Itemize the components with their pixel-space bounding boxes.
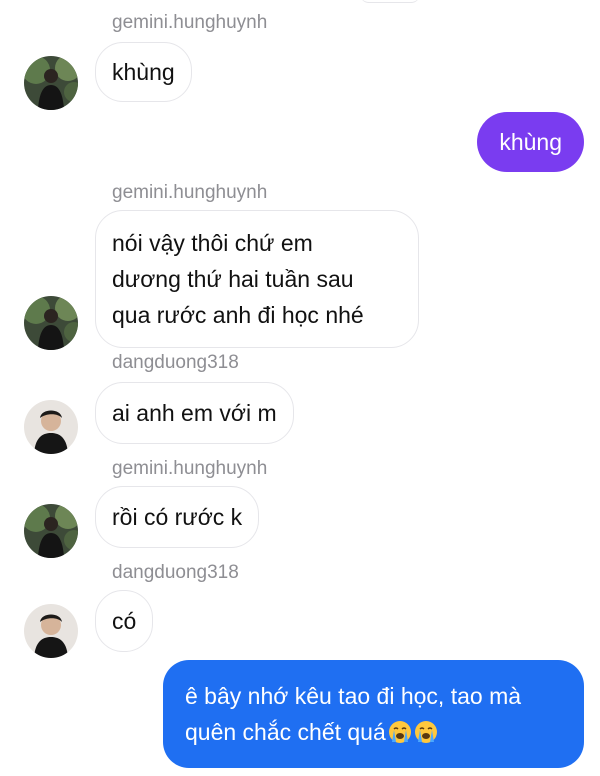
previous-message-edge xyxy=(360,0,420,3)
message-bubble[interactable]: rồi có rước k xyxy=(95,486,260,548)
avatar-gemini-hunghuynh[interactable] xyxy=(24,56,78,110)
loudly-crying-face-emoji-icon xyxy=(414,720,438,744)
self-message-text: ê bây nhớ kêu tao đi học, tao mà quên ch… xyxy=(185,683,522,745)
message-bubble[interactable]: ai anh em với m xyxy=(95,382,294,444)
loudly-crying-face-emoji-icon xyxy=(388,720,412,744)
message-bubble[interactable]: có xyxy=(95,590,154,652)
sender-name: gemini.hunghuynh xyxy=(112,12,268,33)
sender-name: dangduong318 xyxy=(112,562,239,583)
message-bubble[interactable]: khùng xyxy=(95,42,192,102)
avatar-dangduong318[interactable] xyxy=(24,604,78,658)
chat-thread: gemini.hunghuynh khùng khùng gemini.hung… xyxy=(0,0,600,776)
self-message-bubble[interactable]: khùng xyxy=(477,112,584,172)
avatar-gemini-hunghuynh[interactable] xyxy=(24,504,78,558)
message-bubble[interactable]: nói vậy thôi chứ em dương thứ hai tuần s… xyxy=(95,210,419,348)
sender-name: gemini.hunghuynh xyxy=(112,182,268,203)
avatar-gemini-hunghuynh[interactable] xyxy=(24,296,78,350)
sender-name: dangduong318 xyxy=(112,352,239,373)
sender-name: gemini.hunghuynh xyxy=(112,458,268,479)
avatar-dangduong318[interactable] xyxy=(24,400,78,454)
self-message-bubble[interactable]: ê bây nhớ kêu tao đi học, tao mà quên ch… xyxy=(163,660,584,768)
